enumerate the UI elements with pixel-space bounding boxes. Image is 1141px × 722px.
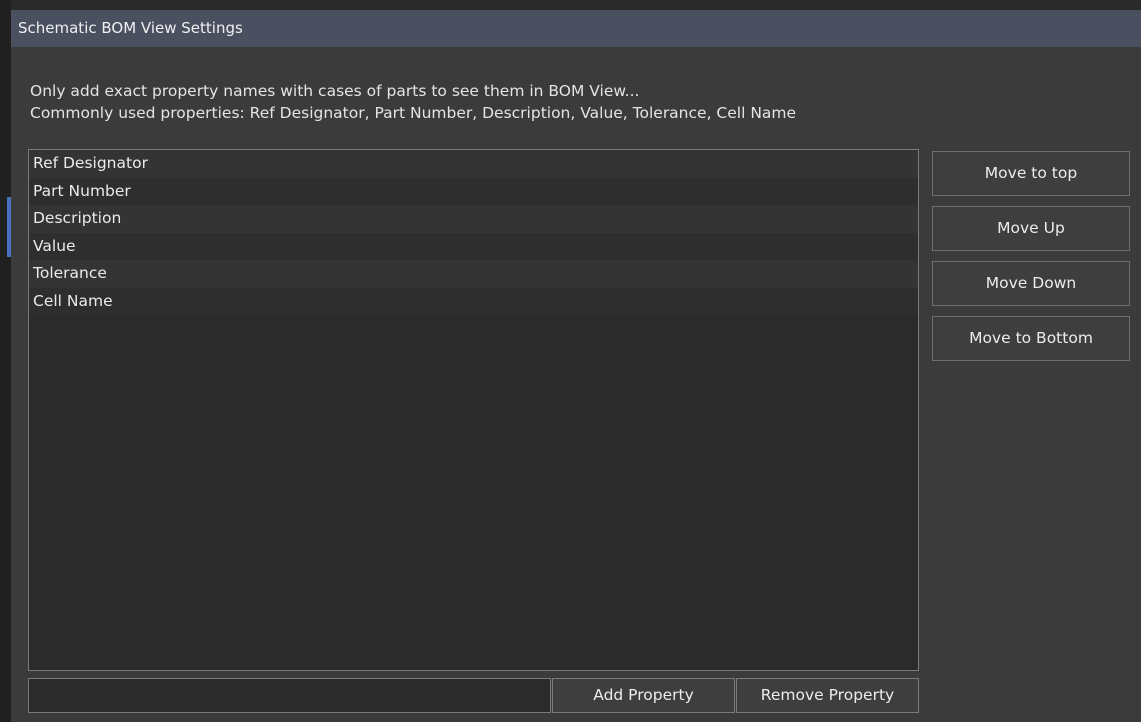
list-item[interactable]: Cell Name	[29, 287, 918, 315]
dialog-title: Schematic BOM View Settings	[11, 10, 1141, 47]
list-item[interactable]: Ref Designator	[29, 150, 918, 178]
info-text: Only add exact property names with cases…	[30, 80, 796, 124]
list-item[interactable]: Part Number	[29, 177, 918, 205]
left-edge-panel	[0, 0, 11, 722]
remove-property-button[interactable]: Remove Property	[736, 678, 919, 713]
bom-settings-dialog: Schematic BOM View Settings Only add exa…	[11, 0, 1141, 722]
property-list[interactable]: Ref Designator Part Number Description V…	[28, 149, 919, 671]
dialog-top-border	[11, 0, 1141, 10]
move-to-bottom-button[interactable]: Move to Bottom	[932, 316, 1130, 361]
info-line-2: Commonly used properties: Ref Designator…	[30, 104, 797, 122]
move-up-button[interactable]: Move Up	[932, 206, 1130, 251]
info-line-1: Only add exact property names with cases…	[30, 82, 640, 100]
list-item[interactable]: Description	[29, 205, 918, 233]
list-item[interactable]: Tolerance	[29, 260, 918, 288]
add-property-button[interactable]: Add Property	[552, 678, 735, 713]
list-item[interactable]: Value	[29, 232, 918, 260]
property-name-input[interactable]	[28, 678, 551, 713]
move-to-top-button[interactable]: Move to top	[932, 151, 1130, 196]
move-down-button[interactable]: Move Down	[932, 261, 1130, 306]
